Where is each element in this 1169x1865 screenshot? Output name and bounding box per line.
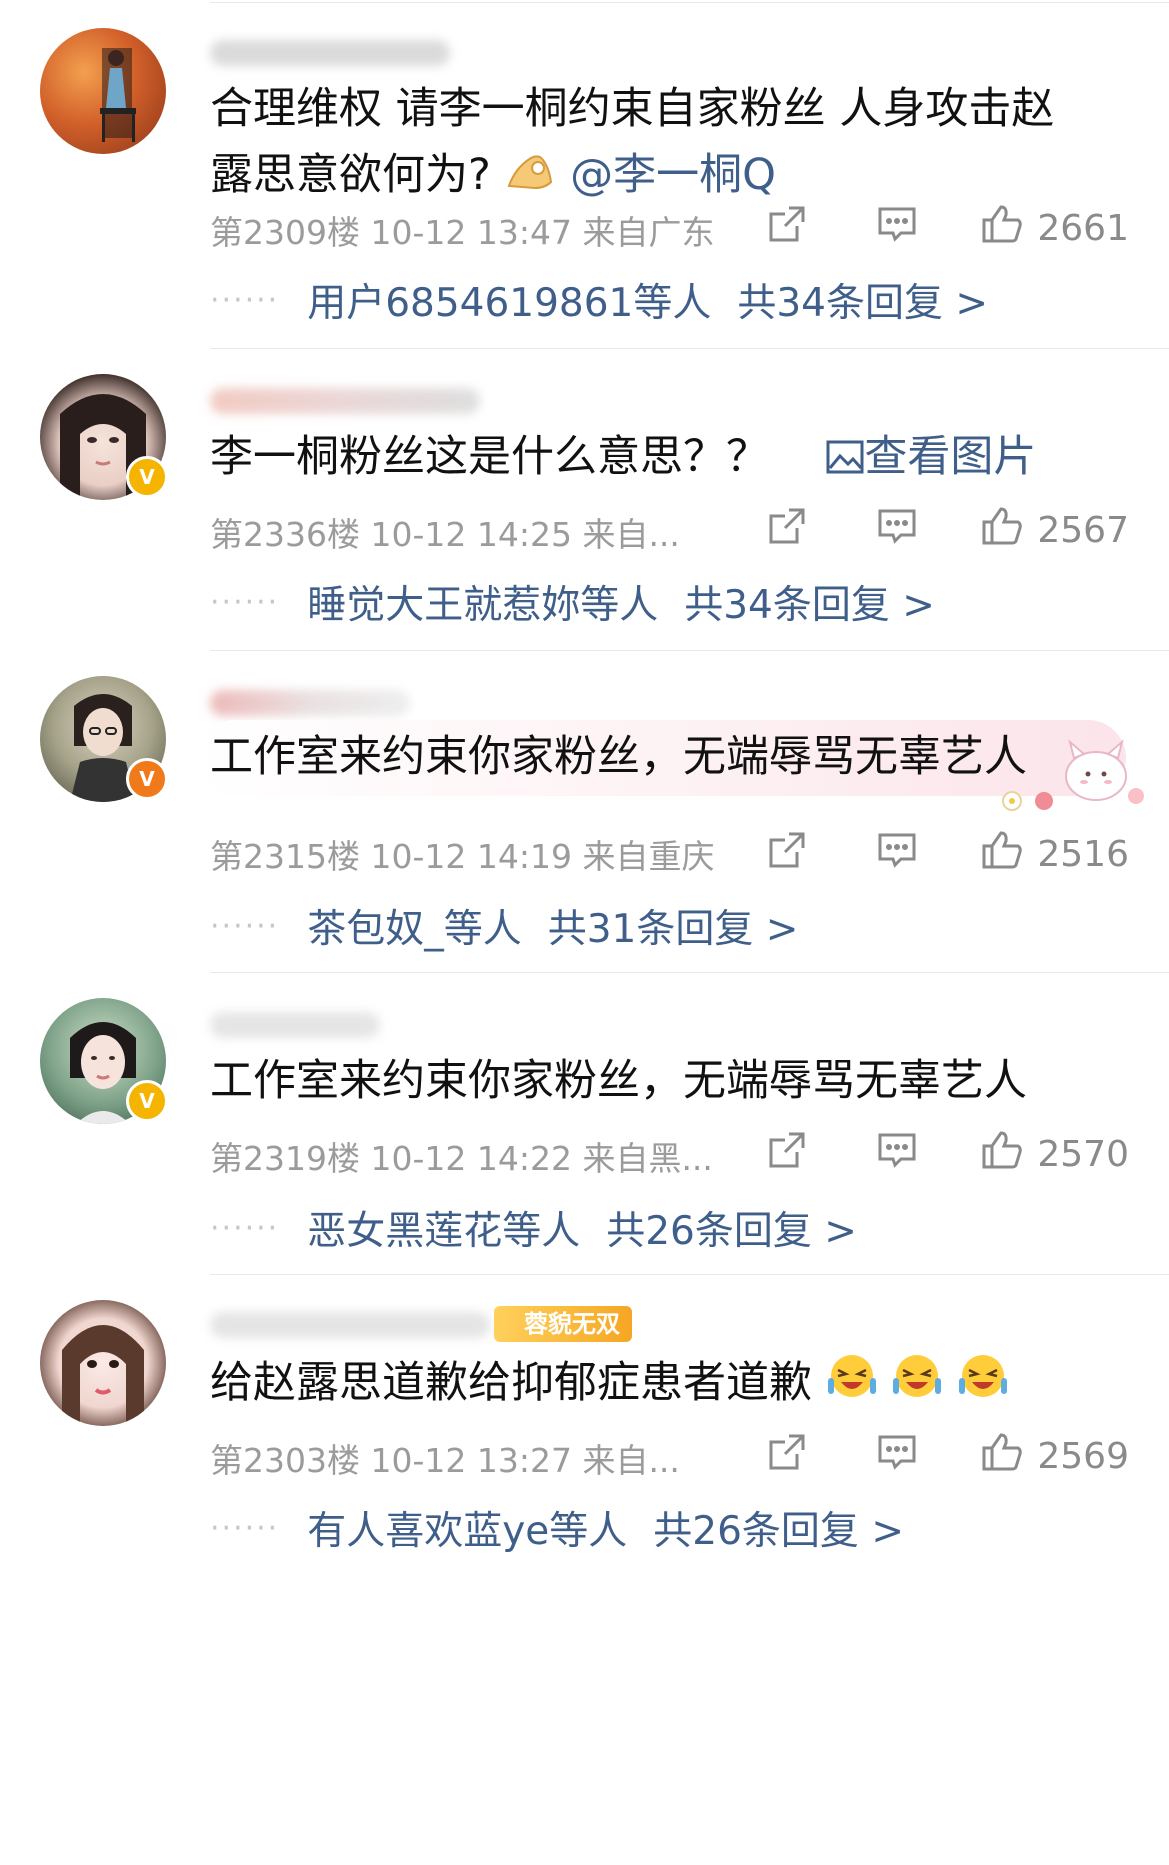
reply-users[interactable]: 有人喜欢蓝ye等人 [307, 1500, 627, 1556]
avatar[interactable]: V [40, 998, 168, 1124]
comment-actions: 2569 [767, 1432, 1129, 1481]
view-image-link[interactable]: 查看图片 [826, 432, 1036, 482]
comment-meta: 第2336楼 10-12 14:25 来自... [210, 515, 680, 554]
replies-preview[interactable]: ······ 用户6854619861等人 共34条回复 > [210, 272, 988, 328]
verified-badge: V [126, 456, 168, 498]
comment-divider [210, 1274, 1169, 1275]
username-blurred[interactable] [210, 1012, 380, 1038]
mention-link[interactable]: @李一桐Q [570, 150, 776, 200]
comment-meta: 第2319楼 10-12 14:22 来自黑... [210, 1139, 713, 1178]
replies-preview[interactable]: ······ 茶包奴_等人 共31条回复 > [210, 898, 798, 954]
comment-text-line1: 李一桐粉丝这是什么意思？？ [210, 432, 769, 482]
share-icon[interactable] [767, 204, 807, 253]
like-icon[interactable] [981, 830, 1023, 879]
comment-icon[interactable] [877, 831, 917, 878]
ok-hand-emoji-icon [505, 145, 557, 211]
comment-actions: 2516 [767, 830, 1129, 879]
verified-badge: V [126, 1080, 168, 1122]
username-blurred[interactable] [210, 1312, 490, 1338]
avatar[interactable]: V [40, 374, 168, 500]
reply-users[interactable]: 恶女黑莲花等人 [307, 1200, 580, 1256]
comment-actions: 2570 [767, 1130, 1129, 1179]
reply-users[interactable]: 睡觉大王就惹妳等人 [307, 574, 658, 630]
comment-text: 工作室来约束你家粉丝，无端辱骂无辜艺人 [210, 1056, 1027, 1106]
comment-meta: 第2303楼 10-12 13:27 来自... [210, 1441, 680, 1480]
share-icon[interactable] [767, 1130, 807, 1179]
comment-actions: 2661 [767, 204, 1129, 253]
like-icon[interactable] [981, 1130, 1023, 1179]
honor-badge[interactable]: 蓉貌无双 [494, 1306, 632, 1342]
image-icon [826, 427, 864, 493]
avatar[interactable] [40, 1300, 166, 1426]
comment-divider [210, 972, 1169, 973]
comment-icon[interactable] [877, 507, 917, 554]
kitten-sticker-icon [1044, 728, 1156, 812]
crying-laughing-emoji-icon [891, 1352, 943, 1419]
comment-icon[interactable] [877, 1131, 917, 1178]
avatar[interactable] [40, 28, 166, 154]
like-count: 2567 [1037, 510, 1129, 551]
reply-total-link[interactable]: 共26条回复 > [606, 1200, 857, 1256]
like-count: 2569 [1037, 1436, 1129, 1477]
reply-total-link[interactable]: 共31条回复 > [548, 898, 799, 954]
reply-users[interactable]: 用户6854619861等人 [307, 272, 711, 328]
reply-total-link[interactable]: 共34条回复 > [684, 574, 935, 630]
comment-icon[interactable] [877, 1433, 917, 1480]
replies-preview[interactable]: ······ 睡觉大王就惹妳等人 共34条回复 > [210, 574, 935, 630]
share-icon[interactable] [767, 506, 807, 555]
replies-dots: ······ [210, 584, 280, 620]
comment-text: 合理维权 请李一桐约束自家粉丝 人身攻击赵 露思意欲何为? @李一桐Q [210, 76, 1054, 211]
reply-users[interactable]: 茶包奴_等人 [307, 898, 522, 954]
like-count: 2516 [1037, 834, 1129, 875]
comment-text-line1: 合理维权 请李一桐约束自家粉丝 人身攻击赵 [210, 84, 1055, 134]
comment-actions: 2567 [767, 506, 1129, 555]
replies-preview[interactable]: ······ 恶女黑莲花等人 共26条回复 > [210, 1200, 857, 1256]
flower-deco-icon [1000, 788, 1060, 818]
like-icon[interactable] [981, 204, 1023, 253]
username-blurred[interactable] [210, 40, 450, 66]
comment-text: 工作室来约束你家粉丝，无端辱骂无辜艺人 [210, 732, 1027, 782]
reply-total-link[interactable]: 共34条回复 > [737, 272, 988, 328]
view-image-label[interactable]: 查看图片 [864, 432, 1036, 482]
comment-meta: 第2309楼 10-12 13:47 来自广东 [210, 213, 715, 252]
share-icon[interactable] [767, 830, 807, 879]
replies-dots: ······ [210, 1510, 280, 1546]
crying-laughing-emoji-icon [957, 1352, 1009, 1419]
comment-divider [210, 650, 1169, 651]
like-icon[interactable] [981, 1432, 1023, 1481]
like-count: 2661 [1037, 208, 1129, 249]
username-blurred[interactable] [210, 690, 410, 716]
replies-dots: ······ [210, 1210, 280, 1246]
comment-text-line2: 露思意欲何为? [210, 150, 491, 200]
verified-badge: V [126, 758, 168, 800]
replies-preview[interactable]: ······ 有人喜欢蓝ye等人 共26条回复 > [210, 1500, 904, 1556]
comment-icon[interactable] [877, 205, 917, 252]
avatar[interactable]: V [40, 676, 168, 802]
comment-divider [210, 348, 1169, 349]
like-icon[interactable] [981, 506, 1023, 555]
top-divider [210, 2, 1169, 3]
comment-text: 给赵露思道歉给抑郁症患者道歉 [210, 1350, 1009, 1419]
like-count: 2570 [1037, 1134, 1129, 1175]
reply-total-link[interactable]: 共26条回复 > [653, 1500, 904, 1556]
replies-dots: ······ [210, 908, 280, 944]
replies-dots: ······ [210, 282, 280, 318]
crying-laughing-emoji-icon [826, 1352, 878, 1419]
comment-meta: 第2315楼 10-12 14:19 来自重庆 [210, 837, 715, 876]
username-blurred[interactable] [210, 388, 480, 414]
share-icon[interactable] [767, 1432, 807, 1481]
comment-text-line1: 给赵露思道歉给抑郁症患者道歉 [210, 1358, 812, 1408]
comment-text: 李一桐粉丝这是什么意思？？ 查看图片 [210, 424, 1036, 493]
